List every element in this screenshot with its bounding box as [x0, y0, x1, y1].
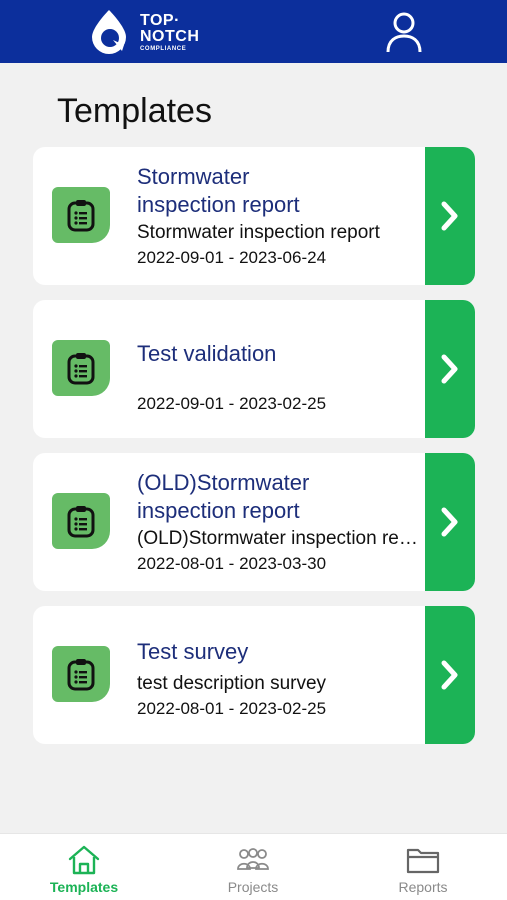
template-title-line-1: Test validation	[137, 341, 277, 366]
bottom-nav: Templates Projects Reports	[0, 833, 507, 900]
template-list: Stormwater inspection report Stormwater …	[33, 147, 475, 759]
clipboard-icon	[67, 200, 95, 232]
clipboard-badge	[52, 340, 110, 396]
template-title-line-1: (OLD)Stormwater	[137, 470, 310, 495]
nav-label-reports: Reports	[398, 879, 448, 895]
template-title: (OLD)Stormwater inspection report	[137, 469, 427, 525]
brand-line-1: TOP·	[140, 11, 180, 29]
template-card[interactable]: (OLD)Stormwater inspection report (OLD)S…	[33, 453, 475, 591]
clipboard-icon	[67, 353, 95, 385]
folder-icon	[406, 848, 440, 874]
open-template-button[interactable]	[425, 147, 475, 285]
template-card[interactable]: Stormwater inspection report Stormwater …	[33, 147, 475, 285]
template-card-body: Test survey test description survey 2022…	[137, 622, 427, 732]
template-card-body: Test validation 2022-09-01 - 2023-02-25	[137, 316, 427, 426]
template-date-range: 2022-09-01 - 2023-02-25	[137, 394, 327, 413]
template-card[interactable]: Test validation 2022-09-01 - 2023-02-25	[33, 300, 475, 438]
home-icon	[68, 845, 100, 875]
nav-tab-reports[interactable]: Reports	[363, 844, 483, 900]
template-title-line-2: inspection report	[137, 192, 300, 217]
clipboard-icon	[67, 506, 95, 538]
chevron-right-icon	[441, 201, 458, 231]
chevron-right-icon	[441, 354, 458, 384]
template-card-body: (OLD)Stormwater inspection report (OLD)S…	[137, 469, 427, 579]
template-date-range: 2022-08-01 - 2023-03-30	[137, 554, 327, 573]
nav-tab-projects[interactable]: Projects	[193, 844, 313, 900]
page-title: Templates	[57, 92, 212, 130]
nav-label-templates: Templates	[49, 879, 119, 895]
template-title: Test survey	[137, 638, 427, 666]
open-template-button[interactable]	[425, 453, 475, 591]
brand-line-3: COMPLIANCE	[140, 45, 187, 52]
profile-button[interactable]	[384, 10, 424, 54]
template-title: Stormwater inspection report	[137, 163, 427, 219]
open-template-button[interactable]	[425, 300, 475, 438]
template-date-range: 2022-09-01 - 2023-06-24	[137, 248, 327, 267]
nav-label-projects: Projects	[227, 879, 279, 895]
clipboard-badge	[52, 187, 110, 243]
template-title-line-1: Test survey	[137, 639, 249, 664]
template-date-range: 2022-08-01 - 2023-02-25	[137, 699, 327, 718]
template-card-body: Stormwater inspection report Stormwater …	[137, 163, 427, 273]
chevron-right-icon	[441, 660, 458, 690]
logo-mark-icon	[92, 10, 126, 54]
brand-wordmark: TOP· NOTCH COMPLIANCE	[140, 11, 200, 52]
brand-line-2: NOTCH	[140, 27, 200, 45]
template-description: test description survey	[137, 673, 327, 694]
template-description	[137, 370, 423, 384]
group-icon	[237, 848, 269, 870]
template-description: (OLD)Stormwater inspection report	[137, 528, 423, 549]
template-title: Test validation	[137, 340, 427, 368]
clipboard-icon	[67, 659, 95, 691]
nav-tab-templates[interactable]: Templates	[24, 844, 144, 900]
open-template-button[interactable]	[425, 606, 475, 744]
template-card[interactable]: Test survey test description survey 2022…	[33, 606, 475, 744]
user-icon	[386, 12, 422, 53]
chevron-right-icon	[441, 507, 458, 537]
clipboard-badge	[52, 646, 110, 702]
template-description: Stormwater inspection report	[137, 222, 380, 243]
template-title-line-1: Stormwater	[137, 164, 250, 189]
brand-logo: TOP· NOTCH COMPLIANCE	[84, 6, 199, 58]
template-title-line-2: inspection report	[137, 498, 300, 523]
app-header: TOP· NOTCH COMPLIANCE	[0, 0, 507, 63]
clipboard-badge	[52, 493, 110, 549]
